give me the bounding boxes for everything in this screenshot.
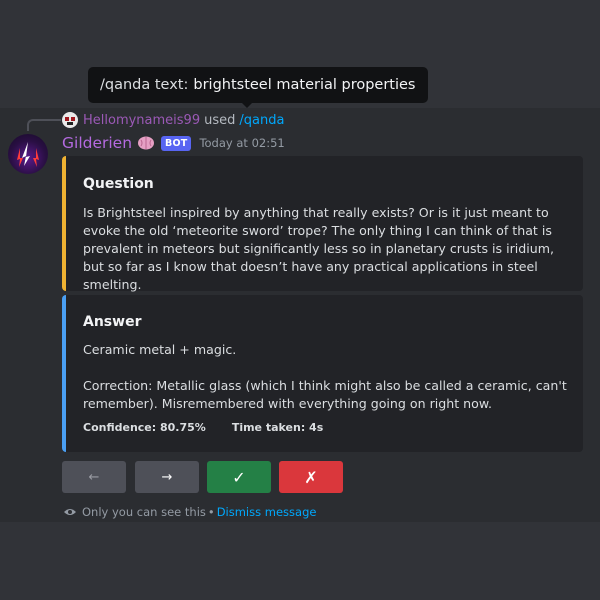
ephemeral-separator: • bbox=[207, 505, 215, 519]
confidence-text: Confidence: 80.75% bbox=[83, 421, 206, 434]
answer-title: Answer bbox=[83, 314, 142, 330]
reply-context[interactable]: Hellomynameis99 used /qanda bbox=[62, 112, 284, 128]
avatar[interactable] bbox=[8, 134, 48, 174]
time-taken-text: Time taken: 4s bbox=[231, 421, 324, 434]
dismiss-message-link[interactable]: Dismiss message bbox=[217, 505, 317, 519]
accept-button[interactable]: ✓ bbox=[207, 461, 271, 493]
message-header: Gilderien BOT Today at 02:51 bbox=[62, 134, 285, 152]
answer-body-line2: Correction: Metallic glass (which I thin… bbox=[83, 378, 567, 411]
question-embed: Question Is Brightsteel inspired by anyt… bbox=[62, 156, 583, 292]
timestamp[interactable]: Today at 02:51 bbox=[199, 136, 284, 150]
reject-button[interactable]: ✗ bbox=[279, 461, 343, 493]
flame-logo-icon bbox=[17, 142, 39, 167]
tooltip-value: brightsteel material properties bbox=[193, 77, 416, 93]
tooltip-prefix: /qanda text: bbox=[100, 77, 189, 93]
answer-embed: Answer Ceramic metal + magic. Correction… bbox=[62, 295, 583, 452]
command-tooltip: /qanda text: brightsteel material proper… bbox=[88, 67, 428, 103]
brain-emoji-icon bbox=[138, 136, 155, 150]
author-name[interactable]: Gilderien bbox=[62, 134, 132, 152]
answer-meta: Confidence: 80.75% Time taken: 4s bbox=[83, 421, 323, 434]
eye-icon bbox=[64, 509, 76, 515]
reply-connector bbox=[27, 119, 61, 131]
reply-command[interactable]: /qanda bbox=[239, 113, 284, 128]
tooltip-arrow bbox=[241, 102, 253, 108]
next-button[interactable]: → bbox=[135, 461, 199, 493]
ephemeral-note: Only you can see this bbox=[82, 505, 206, 519]
reply-used-text: used bbox=[204, 112, 236, 128]
reply-avatar[interactable] bbox=[62, 112, 78, 128]
ephemeral-notice: Only you can see this • Dismiss message bbox=[63, 505, 316, 519]
previous-button[interactable]: ← bbox=[62, 461, 126, 493]
answer-body-line1: Ceramic metal + magic. bbox=[83, 342, 237, 357]
bot-badge: BOT bbox=[161, 135, 192, 151]
question-body: Is Brightsteel inspired by anything that… bbox=[83, 205, 555, 292]
question-title: Question bbox=[83, 176, 154, 192]
reply-username[interactable]: Hellomynameis99 bbox=[83, 113, 200, 128]
